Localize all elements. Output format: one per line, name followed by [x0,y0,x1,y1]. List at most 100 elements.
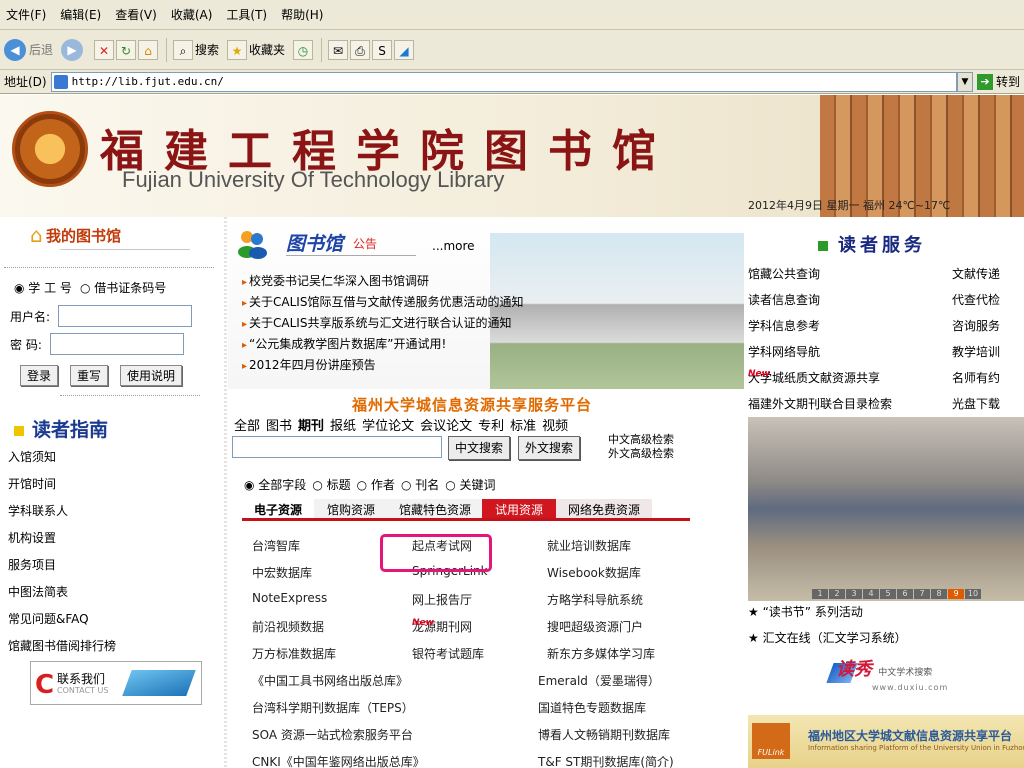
guide-item[interactable]: 机构设置 [8,529,116,556]
guide-item[interactable]: 馆藏图书借阅排行榜 [8,637,116,664]
pager-item[interactable]: 2 [829,589,845,599]
go-button[interactable]: ➔ 转到 [973,73,1024,90]
notice-item[interactable]: 关于CALIS馆际互借与文献传递服务优惠活动的通知 [242,293,523,314]
guide-item[interactable]: 开馆时间 [8,475,116,502]
fulink-banner[interactable]: FULink 福州地区大学城文献信息资源共享平台 Information sha… [748,715,1024,768]
database-link[interactable]: Emerald（爱墨瑞得） [538,672,660,689]
tab-electronic-resources[interactable]: 电子资源 [242,499,314,518]
service-link[interactable]: 福建外文期刊联合目录检索 [748,395,892,412]
menu-tools[interactable]: 工具(T) [226,6,267,23]
notice-item[interactable]: 2012年四月份讲座预告 [242,356,523,377]
search-tab[interactable]: 报纸 [330,415,356,434]
my-library-title[interactable]: 我的图书馆 [46,225,121,246]
database-link[interactable]: 搜吧超级资源门户 [547,618,643,635]
service-link[interactable]: 文献传递 [952,265,1000,282]
database-link[interactable]: CNKI《中国年鉴网络出版总库》 [252,753,425,768]
database-link[interactable]: SOA 资源一站式检索服务平台 [252,726,413,743]
service-link[interactable]: 教学培训 [952,343,1000,360]
menu-edit[interactable]: 编辑(E) [60,6,101,23]
tab-purchased-resources[interactable]: 馆购资源 [314,499,388,518]
database-link[interactable]: 台湾科学期刊数据库（TEPS） [252,699,414,716]
guide-item[interactable]: 常见问题&FAQ [8,610,116,637]
database-link[interactable]: NoteExpress [252,591,327,605]
notice-more-link[interactable]: ...more [432,239,475,253]
notice-item[interactable]: 校党委书记吴仁华深入图书馆调研 [242,272,523,293]
chinese-search-button[interactable]: 中文搜索 [448,436,511,460]
mail-icon[interactable]: ✉ [328,39,349,60]
search-tab[interactable]: 视频 [542,415,568,434]
menu-view[interactable]: 查看(V) [115,6,157,23]
search-tab[interactable]: 学位论文 [362,415,414,434]
pager-item[interactable]: 8 [931,589,947,599]
search-tab[interactable]: 全部 [234,415,260,434]
service-link[interactable]: 光盘下载 [952,395,1000,412]
guide-item[interactable]: 中图法简表 [8,583,116,610]
pager-item[interactable]: 6 [897,589,913,599]
tab-special-collections[interactable]: 馆藏特色资源 [388,499,482,518]
pager-item[interactable]: 10 [965,589,981,599]
home-icon[interactable]: ⌂ [138,39,159,60]
database-link[interactable]: Wisebook数据库 [547,564,641,581]
pager-item[interactable]: 7 [914,589,930,599]
chinese-advanced-search-link[interactable]: 中文高级检索 [608,433,674,447]
search-tab-selected[interactable]: 期刊 [298,415,324,434]
search-tab[interactable]: 专利 [478,415,504,434]
pager-item[interactable]: 3 [846,589,862,599]
service-link[interactable]: 学科信息参考 [748,317,820,334]
database-link[interactable]: 就业培训数据库 [547,537,631,554]
database-link[interactable]: 博看人文畅销期刊数据库 [538,726,670,743]
service-link[interactable]: 学科网络导航 [748,343,820,360]
reset-button[interactable]: 重写 [70,365,109,386]
login-button[interactable]: 登录 [20,365,59,386]
username-input[interactable] [58,305,193,327]
database-link[interactable]: 《中国工具书网络出版总库》 [252,672,408,689]
search-tab[interactable]: 会议论文 [420,415,472,434]
notice-item[interactable]: “公元集成教学图片数据库”开通试用! [242,335,523,356]
database-link[interactable]: 银符考试题库 [412,645,484,662]
menu-file[interactable]: 文件(F) [6,6,46,23]
help-button[interactable]: 使用说明 [120,365,183,386]
field-radio-author[interactable]: ○ 作者 [357,476,395,493]
search-tab[interactable]: 标准 [510,415,536,434]
password-input[interactable] [49,333,184,355]
search-input[interactable] [232,436,442,458]
guide-item[interactable]: 学科联系人 [8,502,116,529]
guide-item[interactable]: 服务项目 [8,556,116,583]
service-link[interactable]: 代查代检 [952,291,1000,308]
forward-button[interactable]: ▶ [61,38,86,61]
guide-item[interactable]: 入馆须知 [8,448,116,475]
pager-item[interactable]: 1 [812,589,828,599]
refresh-icon[interactable]: ↻ [116,39,137,60]
database-link[interactable]: 万方标准数据库 [252,645,336,662]
field-radio-all[interactable]: ◉ 全部字段 [244,476,306,493]
back-button[interactable]: ◀ 后退 [4,38,53,61]
service-link[interactable]: 读者信息查询 [748,291,820,308]
field-radio-journal[interactable]: ○ 刊名 [401,476,439,493]
pager-item[interactable]: 4 [863,589,879,599]
field-radio-title[interactable]: ○ 标题 [312,476,350,493]
address-input[interactable]: http://lib.fjut.edu.cn/ [50,71,957,92]
database-link[interactable]: 国道特色专题数据库 [538,699,646,716]
search-tab[interactable]: 图书 [266,415,292,434]
database-link[interactable]: 新东方多媒体学习库 [547,645,655,662]
service-link[interactable]: 咨询服务 [952,317,1000,334]
database-link[interactable]: 网上报告厅 [412,591,472,608]
history-icon[interactable]: ◷ [293,39,314,60]
pager-item-active[interactable]: 9 [948,589,964,599]
foreign-advanced-search-link[interactable]: 外文高级检索 [608,447,674,461]
notice-item[interactable]: 关于CALIS共享版系统与汇文进行联合认证的通知 [242,314,523,335]
database-link[interactable]: 方略学科导航系统 [547,591,643,608]
event-link[interactable]: ★ “读书节” 系列活动 [748,603,863,620]
service-link[interactable]: 馆藏公共查询 [748,265,820,282]
edit-icon[interactable]: S [372,39,393,60]
database-link[interactable]: 中宏数据库 [252,564,312,581]
radio-student-id[interactable]: ◉ 学 工 号 [14,279,72,296]
database-link[interactable]: 台湾智库 [252,537,300,554]
duxiu-logo[interactable]: 读秀 中文学术搜索 [836,655,932,681]
database-link[interactable]: 前沿视频数据 [252,618,324,635]
pager-item[interactable]: 5 [880,589,896,599]
database-link[interactable]: T&F ST期刊数据库(简介) [538,753,674,768]
menu-help[interactable]: 帮助(H) [281,6,323,23]
tab-trial-resources[interactable]: 试用资源 [482,499,556,518]
favorites-button[interactable]: ★ 收藏夹 [227,39,285,60]
